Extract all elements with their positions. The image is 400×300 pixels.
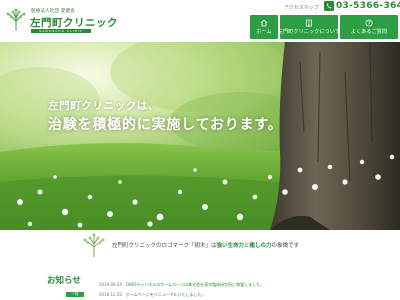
news-date: 2018.12.03	[99, 292, 122, 297]
news-item[interactable]: 2019.09.24 OHIOチャンネルのホームページは株式会社東京臨床研究所に…	[99, 282, 264, 288]
main-nav: ホーム 左門町クリニックについて よくあるご質問	[250, 15, 398, 39]
access-map-link[interactable]: アクセスマップ	[284, 4, 319, 11]
site-logo[interactable]: 医療法人社団 愛鍵会 左門町クリニック SAMONCHO CLINIC	[4, 5, 124, 35]
news-text: OHIOチャンネルのホームページは株式会社東京臨床研究所に移管しました。	[125, 282, 265, 287]
clinic-name: 左門町クリニック	[30, 17, 118, 29]
logo-english-name: SAMONCHO CLINIC	[31, 29, 91, 33]
news-text: ホームページをリニューアルいたしました。	[125, 292, 206, 297]
news-section: お知らせ 一覧 2019.09.24 OHIOチャンネルのホームページは株式会社…	[0, 272, 400, 300]
hero-tagline: 左門町クリニックは、	[48, 100, 159, 112]
nav-about[interactable]: 左門町クリニックについて	[277, 15, 341, 39]
hero-headline: 治験を積極的に実施しております。	[48, 117, 283, 133]
site-header: 医療法人社団 愛鍵会 左門町クリニック SAMONCHO CLINIC アクセス…	[0, 0, 400, 42]
nav-home[interactable]: ホーム	[250, 15, 278, 39]
nav-home-label: ホーム	[256, 29, 272, 35]
tree-logo-icon	[6, 8, 26, 31]
nav-about-label: 左門町クリニックについて	[277, 29, 341, 35]
question-icon	[365, 19, 373, 27]
phone-icon	[324, 1, 334, 11]
phone-number[interactable]: 03-5366-3641	[324, 1, 400, 11]
hero-background-image	[0, 42, 400, 230]
logo-concept-text: 左門町クリニックのロゴマーク「樹木」は強い生命力と癒しの力の象徴です	[112, 241, 299, 249]
nav-faq[interactable]: よくあるご質問	[340, 15, 398, 39]
home-icon	[260, 19, 268, 27]
logo-subtitle: 医療法人社団 愛鍵会	[31, 9, 75, 14]
concept-highlight-vitality: 強い生命力	[216, 243, 245, 249]
concept-highlight-healing: 癒しの力	[249, 243, 272, 249]
news-item[interactable]: 2018.12.03 ホームページをリニューアルいたしました。	[99, 292, 206, 298]
concept-prefix: 左門町クリニックのロゴマーク「樹木」は	[112, 243, 217, 249]
news-date: 2019.09.24	[99, 282, 122, 287]
logo-concept-section: 左門町クリニックのロゴマーク「樹木」は強い生命力と癒しの力の象徴です	[0, 230, 400, 262]
building-icon	[306, 19, 312, 27]
nav-faq-label: よくあるご質問	[350, 29, 388, 35]
hero-banner: 左門町クリニックは、 治験を積極的に実施しております。	[0, 42, 400, 230]
news-heading: お知らせ	[47, 276, 81, 286]
tree-logo-icon	[83, 233, 105, 258]
phone-text: 03-5366-3641	[336, 1, 400, 11]
news-list-button[interactable]: 一覧	[66, 292, 84, 297]
concept-suffix: の象徴です	[271, 243, 300, 249]
